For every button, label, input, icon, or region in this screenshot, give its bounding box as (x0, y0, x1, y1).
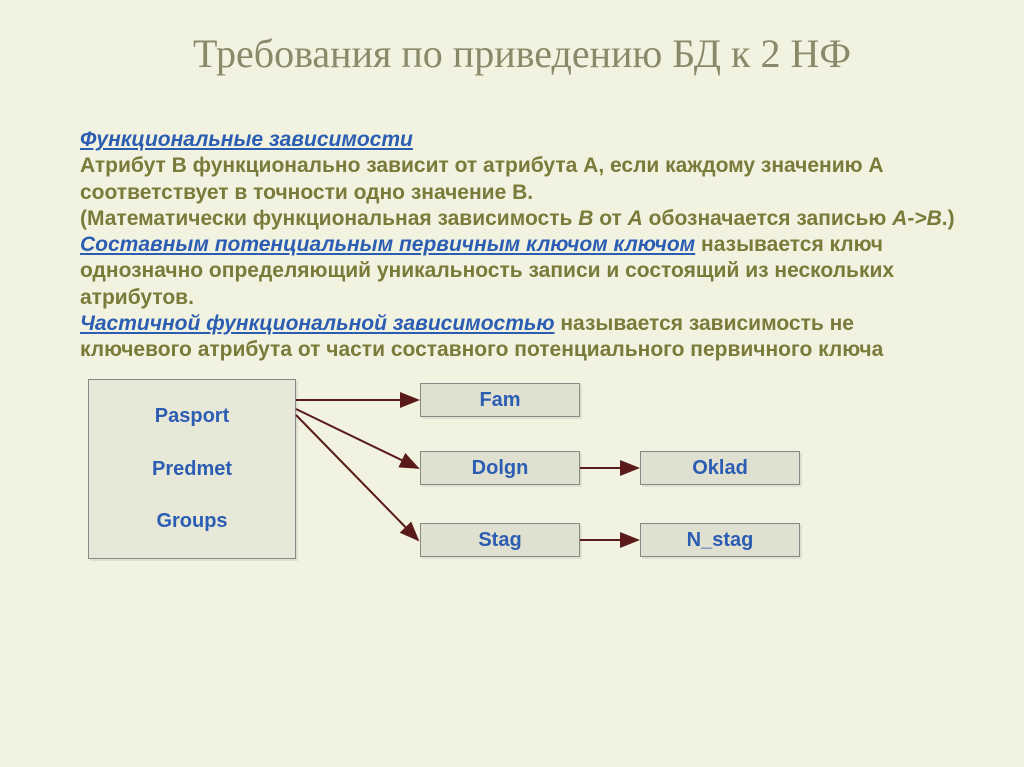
heading-functional-deps: Функциональные зависимости (80, 128, 413, 151)
slide-title: Требования по приведению БД к 2 НФ (80, 30, 964, 77)
heading-composite-key: Составным потенциальным первичным ключом… (80, 233, 695, 256)
body-text: Функциональные зависимости Атрибут В фун… (80, 127, 964, 363)
paren-close: .) (942, 207, 955, 230)
para-1a: Атрибут В функционально зависит от атриб… (80, 154, 884, 203)
em-A: А (628, 207, 643, 230)
para-1b-tail: обозначается записью (643, 207, 892, 230)
box-oklad: Oklad (640, 451, 800, 485)
attr-groups: Groups (156, 510, 227, 533)
para-1b-ot: от (593, 207, 627, 230)
box-fam: Fam (420, 383, 580, 417)
box-stag: Stag (420, 523, 580, 557)
para-1b: Математически функциональная зависимость (87, 207, 578, 230)
composite-key-box: Pasport Predmet Groups (88, 379, 296, 559)
attr-pasport: Pasport (155, 405, 229, 428)
slide: Требования по приведению БД к 2 НФ Функц… (0, 0, 1024, 767)
em-expr: А->В (892, 207, 942, 230)
paren-open: ( (80, 207, 87, 230)
em-B: В (578, 207, 593, 230)
box-n_stag: N_stag (640, 523, 800, 557)
attr-predmet: Predmet (152, 458, 232, 481)
box-dolgn: Dolgn (420, 451, 580, 485)
heading-partial-dep: Частичной функциональной зависимостью (80, 312, 555, 335)
diagram: Pasport Predmet Groups Fam Dolgn Oklad S… (80, 373, 964, 573)
